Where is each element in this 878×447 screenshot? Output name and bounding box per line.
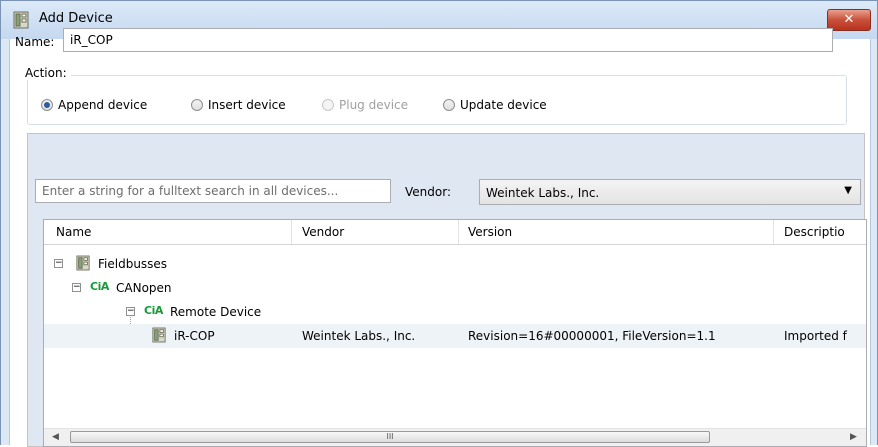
name-label: Name: xyxy=(15,35,55,49)
column-header-description[interactable]: Descriptio xyxy=(784,225,845,239)
row-description: Imported f xyxy=(784,329,847,343)
device-table: Name Vendor Version Descriptio − Fieldbu… xyxy=(43,219,867,447)
action-group xyxy=(27,75,847,125)
cia-icon: CiA xyxy=(144,304,163,317)
tree-row-canopen[interactable]: − CiA CANopen xyxy=(44,276,866,300)
device-icon xyxy=(76,255,90,271)
radio-selected-icon xyxy=(41,99,53,111)
name-input[interactable]: iR_COP xyxy=(63,28,833,52)
device-icon xyxy=(152,327,166,343)
collapse-icon[interactable]: − xyxy=(54,259,63,268)
column-header-version[interactable]: Version xyxy=(468,225,512,239)
row-name: Fieldbusses xyxy=(98,257,168,271)
radio-icon xyxy=(322,99,334,111)
row-version: Revision=16#00000001, FileVersion=1.1 xyxy=(468,329,716,343)
vendor-label: Vendor: xyxy=(405,185,451,199)
horizontal-scrollbar[interactable]: ◀ III ▶ xyxy=(44,428,866,446)
row-name: Remote Device xyxy=(170,305,262,319)
collapse-icon[interactable]: − xyxy=(126,307,135,316)
vendor-selected-value: Weintek Labs., Inc. xyxy=(486,186,600,200)
tree-row-fieldbusses[interactable]: − Fieldbusses xyxy=(44,252,866,276)
column-header-vendor[interactable]: Vendor xyxy=(302,225,344,239)
action-label: Action: xyxy=(21,66,71,80)
window-title: Add Device xyxy=(39,11,113,26)
scrollbar-thumb[interactable]: III xyxy=(70,431,710,443)
plug-device-label: Plug device xyxy=(339,98,409,112)
tree-row-remote-device[interactable]: − CiA Remote Device xyxy=(44,300,866,324)
close-button[interactable]: ✕ xyxy=(827,9,871,31)
radio-icon xyxy=(443,99,455,111)
append-device-label: Append device xyxy=(58,98,148,112)
scroll-left-icon[interactable]: ◀ xyxy=(52,432,59,442)
update-device-radio[interactable]: Update device xyxy=(443,98,547,112)
column-divider[interactable] xyxy=(458,220,459,244)
insert-device-label: Insert device xyxy=(208,98,286,112)
vendor-dropdown[interactable]: Weintek Labs., Inc. ▼ xyxy=(479,179,861,205)
row-name: iR-COP xyxy=(174,329,215,343)
column-header-name[interactable]: Name xyxy=(56,225,91,239)
device-icon xyxy=(13,11,29,29)
add-device-dialog: Add Device ✕ Name: iR_COP Action: Append… xyxy=(0,0,878,447)
column-divider[interactable] xyxy=(291,220,292,244)
grip-icon: III xyxy=(386,432,394,441)
scroll-right-icon[interactable]: ▶ xyxy=(850,432,857,442)
radio-icon xyxy=(191,99,203,111)
table-header: Name Vendor Version Descriptio xyxy=(44,220,866,245)
search-input[interactable]: Enter a string for a fulltext search in … xyxy=(35,179,391,203)
row-vendor: Weintek Labs., Inc. xyxy=(302,329,416,343)
chevron-down-icon: ▼ xyxy=(844,185,852,196)
row-name: CANopen xyxy=(116,281,172,295)
column-divider[interactable] xyxy=(773,220,774,244)
collapse-icon[interactable]: − xyxy=(72,283,81,292)
tree-row-ir-cop[interactable]: iR-COP Weintek Labs., Inc. Revision=16#0… xyxy=(44,324,866,348)
close-icon: ✕ xyxy=(843,12,855,27)
insert-device-radio[interactable]: Insert device xyxy=(191,98,286,112)
append-device-radio[interactable]: Append device xyxy=(41,98,147,112)
update-device-label: Update device xyxy=(460,98,547,112)
cia-icon: CiA xyxy=(90,280,109,293)
plug-device-radio: Plug device xyxy=(322,98,408,112)
